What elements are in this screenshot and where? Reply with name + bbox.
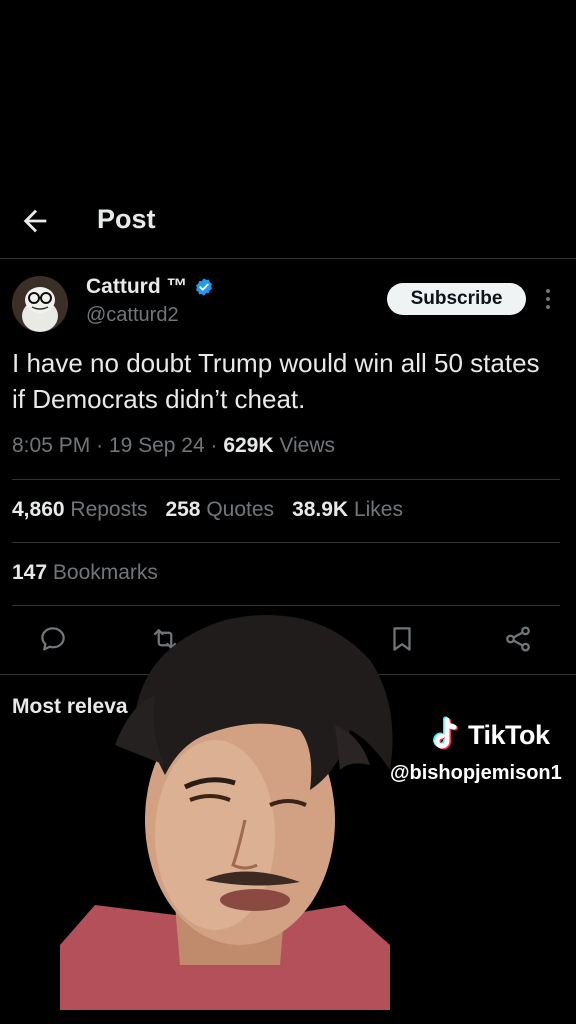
views-label: Views <box>279 434 336 457</box>
divider <box>12 479 560 480</box>
bookmarks-label: Bookmarks <box>52 561 158 584</box>
author-handle[interactable]: @catturd2 <box>86 304 179 327</box>
avatar-image <box>12 276 68 332</box>
divider <box>12 542 560 543</box>
verified-badge-icon <box>195 278 212 296</box>
likes-label: Likes <box>353 498 403 521</box>
bookmarks-stat[interactable]: 147 Bookmarks <box>12 561 158 585</box>
author-name-text: Catturd ™ <box>86 275 188 298</box>
likes-count: 38.9K <box>292 498 349 521</box>
back-arrow-icon[interactable] <box>18 204 52 238</box>
reposts-label: Reposts <box>70 498 148 521</box>
tweet-date[interactable]: 19 Sep 24 <box>109 434 205 457</box>
share-icon[interactable] <box>503 624 533 654</box>
reposts-count: 4,860 <box>12 498 65 521</box>
subscribe-button[interactable]: Subscribe <box>387 283 526 315</box>
tweet-text: I have no doubt Trump would win all 50 s… <box>12 348 540 414</box>
person-overlay-image <box>60 615 393 1010</box>
meta-separator: · <box>96 434 109 457</box>
header-divider <box>0 258 576 259</box>
more-vertical-icon[interactable] <box>540 286 556 312</box>
quotes-stat[interactable]: 258 Quotes <box>165 498 274 522</box>
avatar[interactable] <box>12 276 68 332</box>
page-title: Post <box>97 204 156 234</box>
tweet-meta: 8:05 PM · 19 Sep 24 · 629K Views <box>12 434 335 458</box>
tiktok-handle: @bishopjemison1 <box>390 762 562 784</box>
quotes-count: 258 <box>165 498 201 521</box>
quotes-label: Quotes <box>206 498 275 521</box>
engagement-stats: 4,860 Reposts 258 Quotes 38.9K Likes <box>12 498 403 522</box>
tweet-time[interactable]: 8:05 PM <box>12 434 90 457</box>
author-name[interactable]: Catturd ™ <box>86 275 214 299</box>
views-count: 629K <box>223 434 274 457</box>
meta-separator: · <box>210 434 224 457</box>
screen: Post Catturd ™ @catturd2 Subscribe I hav… <box>0 0 576 1024</box>
top-bar: Post <box>0 190 576 258</box>
reposts-stat[interactable]: 4,860 Reposts <box>12 498 147 522</box>
tiktok-logo-icon <box>433 716 458 750</box>
tiktok-watermark: TikTok <box>428 716 550 754</box>
bookmarks-count: 147 <box>12 561 48 584</box>
tiktok-brand: TikTok <box>468 719 550 750</box>
likes-stat[interactable]: 38.9K Likes <box>292 498 403 522</box>
